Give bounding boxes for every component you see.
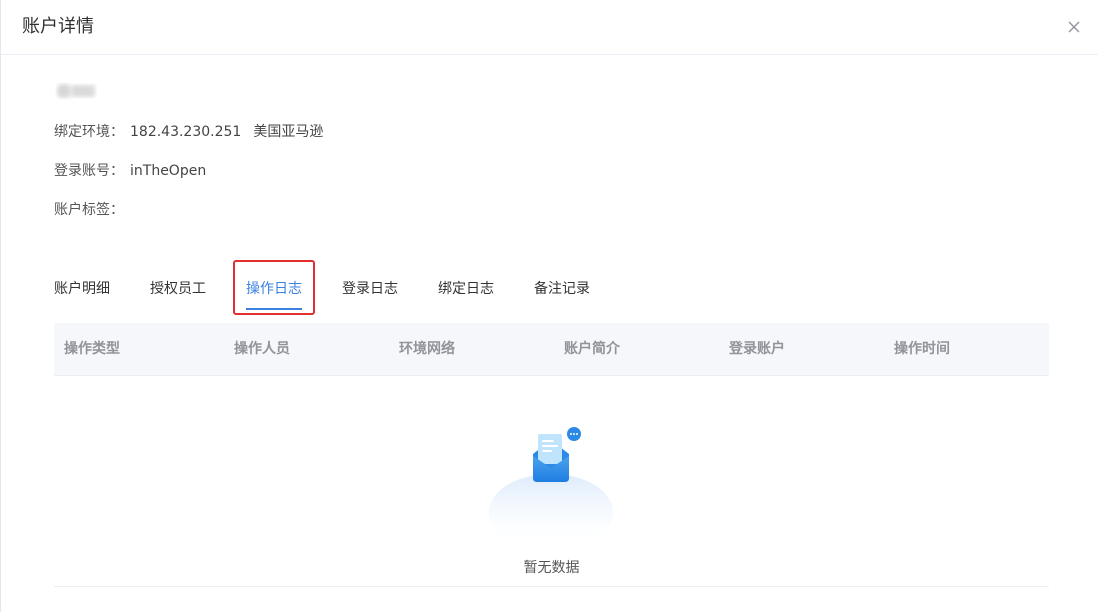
login-value: inTheOpen bbox=[130, 163, 207, 179]
table-empty-state: 暂无数据 bbox=[54, 376, 1049, 587]
column-operation-time[interactable]: 操作时间 bbox=[894, 323, 950, 376]
bind-env-label: 绑定环境： bbox=[54, 124, 124, 140]
bind-env-ip: 182.43.230.251 bbox=[130, 124, 242, 140]
empty-text: 暂无数据 bbox=[523, 560, 580, 576]
tab-operation-log[interactable]: 操作日志 bbox=[246, 270, 302, 310]
account-detail-modal: 账户详情 绑定环境： 182.43.230.251 美国亚马逊 登录账号： inThe… bbox=[0, 0, 1098, 612]
close-icon bbox=[1068, 21, 1080, 33]
active-tab-indicator bbox=[246, 308, 302, 310]
modal-title: 账户详情 bbox=[22, 16, 94, 37]
column-account-intro[interactable]: 账户简介 bbox=[564, 323, 620, 376]
table-header: 操作类型 操作人员 环境网络 账户简介 登录账户 操作时间 bbox=[54, 323, 1049, 376]
tags-label: 账户标签： bbox=[54, 202, 124, 218]
close-button[interactable] bbox=[1064, 17, 1084, 37]
tab-operation-log-label: 操作日志 bbox=[246, 281, 302, 297]
tab-bind-log[interactable]: 绑定日志 bbox=[438, 270, 494, 310]
column-operation-type[interactable]: 操作类型 bbox=[64, 323, 120, 376]
column-env-network[interactable]: 环境网络 bbox=[399, 323, 455, 376]
column-login-account[interactable]: 登录账户 bbox=[729, 323, 785, 376]
tab-remark-records[interactable]: 备注记录 bbox=[534, 270, 590, 310]
login-account-row: 登录账号： inTheOpen bbox=[54, 161, 206, 181]
account-tags-row: 账户标签： bbox=[54, 200, 124, 220]
tab-account-detail[interactable]: 账户明细 bbox=[54, 270, 110, 310]
bind-env-region: 美国亚马逊 bbox=[253, 124, 324, 140]
modal-header: 账户详情 bbox=[1, 0, 1098, 55]
bind-env-row: 绑定环境： 182.43.230.251 美国亚马逊 bbox=[54, 122, 323, 142]
tab-bar: 账户明细 授权员工 操作日志 登录日志 绑定日志 备注记录 bbox=[54, 270, 1049, 310]
column-operator[interactable]: 操作人员 bbox=[234, 323, 290, 376]
avatar bbox=[57, 84, 95, 98]
login-label: 登录账号： bbox=[54, 163, 124, 179]
tab-authorized-staff[interactable]: 授权员工 bbox=[150, 270, 206, 310]
empty-inbox-icon bbox=[489, 427, 613, 537]
tab-login-log[interactable]: 登录日志 bbox=[342, 270, 398, 310]
